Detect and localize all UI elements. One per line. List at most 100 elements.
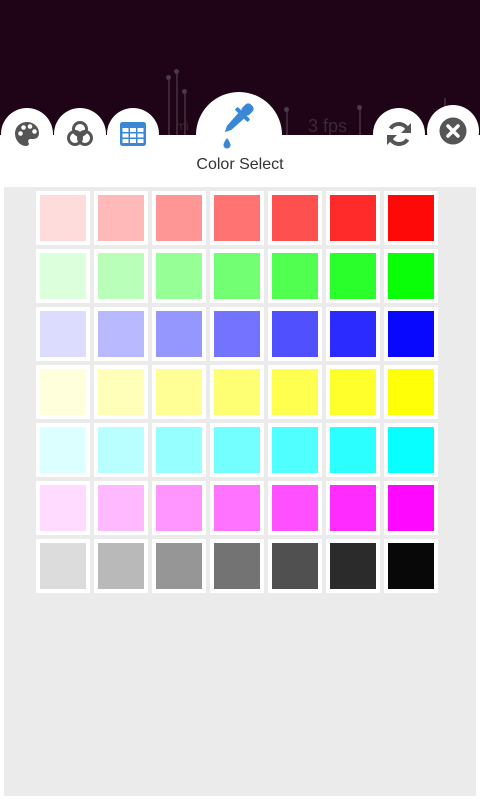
swatch-color-fill: [40, 485, 86, 531]
swatch-color-fill: [272, 485, 318, 531]
swatch-color-fill: [156, 195, 202, 241]
color-swatch[interactable]: [326, 307, 380, 361]
color-swatch[interactable]: [210, 539, 264, 593]
color-swatch[interactable]: [326, 365, 380, 419]
color-swatch[interactable]: [384, 191, 438, 245]
swatch-color-fill: [214, 485, 260, 531]
swatch-color-fill: [214, 427, 260, 473]
swatch-color-fill: [388, 427, 434, 473]
color-swatch[interactable]: [326, 481, 380, 535]
close-tab[interactable]: [427, 105, 479, 157]
color-swatch[interactable]: [384, 481, 438, 535]
refresh-icon: [387, 122, 411, 146]
color-swatch[interactable]: [326, 249, 380, 303]
color-swatch[interactable]: [94, 423, 148, 477]
swatch-color-fill: [330, 485, 376, 531]
refresh-tab[interactable]: [373, 108, 425, 160]
swatch-color-fill: [330, 195, 376, 241]
swatch-color-fill: [156, 427, 202, 473]
swatch-color-fill: [388, 253, 434, 299]
color-swatch[interactable]: [268, 307, 322, 361]
color-swatch[interactable]: [94, 307, 148, 361]
color-swatch[interactable]: [36, 539, 90, 593]
swatch-color-fill: [272, 427, 318, 473]
color-swatch[interactable]: [384, 365, 438, 419]
color-swatch[interactable]: [384, 249, 438, 303]
color-swatch[interactable]: [94, 365, 148, 419]
backdrop-dot: [166, 75, 171, 80]
panel-title: Color Select: [196, 156, 284, 173]
backdrop-line: [359, 108, 361, 135]
color-swatch[interactable]: [326, 423, 380, 477]
swatch-color-fill: [40, 427, 86, 473]
color-swatch[interactable]: [210, 307, 264, 361]
swatch-color-fill: [214, 543, 260, 589]
color-swatch[interactable]: [94, 249, 148, 303]
color-swatch[interactable]: [94, 191, 148, 245]
color-swatch[interactable]: [384, 423, 438, 477]
color-swatch[interactable]: [210, 423, 264, 477]
swatch-color-fill: [98, 485, 144, 531]
swatch-color-fill: [330, 369, 376, 415]
color-swatch[interactable]: [36, 481, 90, 535]
swatch-color-fill: [214, 253, 260, 299]
swatch-color-fill: [40, 543, 86, 589]
color-swatch[interactable]: [36, 423, 90, 477]
swatch-color-fill: [272, 253, 318, 299]
color-swatch[interactable]: [94, 539, 148, 593]
swatch-grid-tab[interactable]: [107, 108, 159, 160]
color-swatch[interactable]: [268, 423, 322, 477]
color-swatch[interactable]: [268, 481, 322, 535]
color-swatch[interactable]: [36, 191, 90, 245]
color-swatch[interactable]: [268, 365, 322, 419]
color-swatch[interactable]: [36, 307, 90, 361]
color-swatch[interactable]: [152, 423, 206, 477]
swatch-color-fill: [272, 195, 318, 241]
swatch-color-fill: [156, 369, 202, 415]
swatch-color-fill: [98, 253, 144, 299]
color-swatch-grid: [36, 191, 438, 593]
swatch-color-fill: [388, 311, 434, 357]
swatch-color-fill: [40, 253, 86, 299]
color-swatch[interactable]: [36, 365, 90, 419]
color-swatch[interactable]: [210, 481, 264, 535]
color-swatch[interactable]: [326, 191, 380, 245]
color-swatch[interactable]: [326, 539, 380, 593]
color-swatch[interactable]: [152, 539, 206, 593]
backdrop-dot: [284, 107, 289, 112]
backdrop-label: mi: [176, 119, 189, 133]
color-swatch[interactable]: [210, 191, 264, 245]
swatch-color-fill: [388, 369, 434, 415]
color-swatch[interactable]: [152, 481, 206, 535]
color-swatch[interactable]: [268, 539, 322, 593]
swatch-color-fill: [156, 543, 202, 589]
backdrop-dot: [357, 105, 362, 110]
swatch-color-fill: [98, 195, 144, 241]
color-swatch[interactable]: [152, 191, 206, 245]
color-swatch[interactable]: [268, 191, 322, 245]
swatch-color-fill: [388, 195, 434, 241]
color-mix-tab[interactable]: [54, 108, 106, 160]
backdrop-line: [168, 78, 170, 135]
color-swatch[interactable]: [94, 481, 148, 535]
color-swatch[interactable]: [152, 365, 206, 419]
color-swatch[interactable]: [36, 249, 90, 303]
color-swatch[interactable]: [152, 307, 206, 361]
fps-readout: 3 fps: [308, 116, 348, 135]
color-swatch[interactable]: [152, 249, 206, 303]
swatch-color-fill: [330, 543, 376, 589]
swatch-color-fill: [40, 311, 86, 357]
close-icon: [439, 117, 467, 145]
eyedropper-icon: [223, 103, 254, 149]
color-swatch[interactable]: [384, 539, 438, 593]
backdrop-line: [286, 110, 288, 135]
color-swatch[interactable]: [384, 307, 438, 361]
color-swatch[interactable]: [268, 249, 322, 303]
palette-tab[interactable]: [1, 108, 53, 160]
swatch-color-fill: [330, 253, 376, 299]
color-circles-icon: [67, 121, 93, 146]
color-swatch[interactable]: [210, 365, 264, 419]
color-swatch[interactable]: [210, 249, 264, 303]
swatch-color-fill: [330, 311, 376, 357]
swatch-color-fill: [156, 311, 202, 357]
